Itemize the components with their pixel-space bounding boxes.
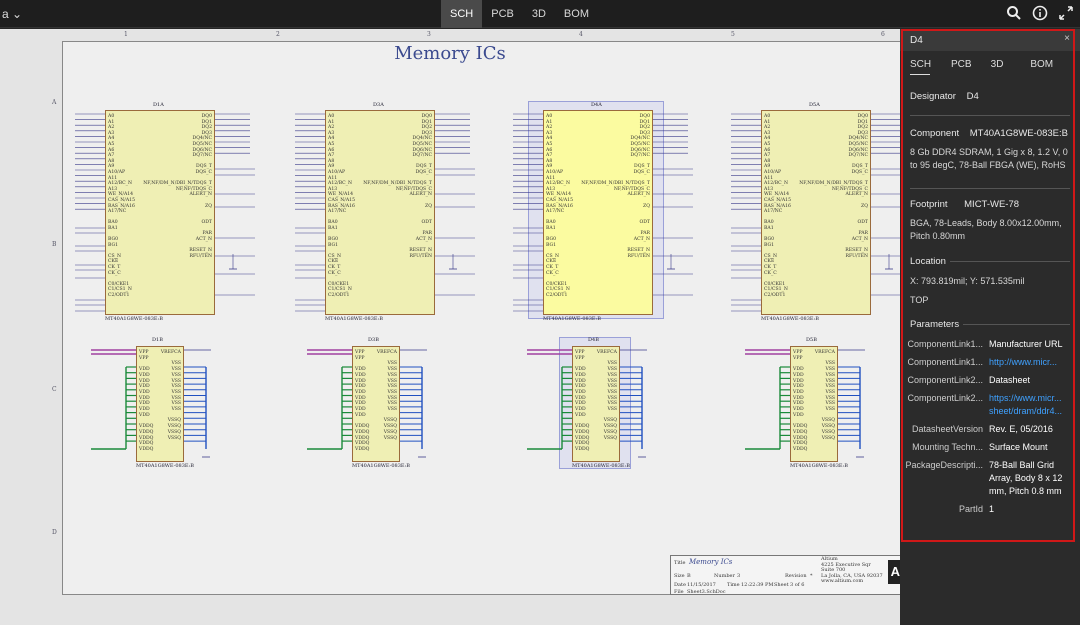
component-section: Component MT40A1G8WE-083E:B 8 Gb DDR4 SD… [900,128,1080,172]
wire-layer [75,113,900,458]
top-bar: a ⌄ SCH PCB 3D BOM [0,0,1080,28]
parameter-value: Manufacturer URL [989,339,1063,349]
tab-sch[interactable]: SCH [441,0,483,28]
parameter-row: PartId 1 [904,503,1076,516]
project-menu[interactable]: a ⌄ [2,7,22,21]
parameter-key: PartId [958,504,983,514]
panel-tabs: SCH PCB 3D BOM [900,51,1080,75]
top-icons [1006,5,1074,21]
parameter-key: ComponentLink1... [907,339,983,349]
parameter-key: PackageDescripti... [905,460,983,470]
footprint-description: BGA, 78-Leads, Body 8.00x12.00mm, Pitch … [910,218,1062,241]
parameter-row: ComponentLink1... http://www.micr... [904,356,1076,369]
title-block: Title Memory ICs Size B Number 3 Revisio… [670,555,900,595]
parameter-value: Surface Mount [989,442,1048,452]
view-tabs: SCH PCB 3D BOM [441,0,598,28]
parameter-row: ComponentLink2... Datasheet [904,374,1076,387]
panel-tab-sch[interactable]: SCH [910,59,931,75]
parameter-value: Datasheet [989,375,1031,385]
altium-logo: A [888,560,900,584]
designator-section: Designator D4 [910,91,979,102]
panel-tab-bom[interactable]: BOM [1030,59,1070,75]
info-icon[interactable] [1032,5,1048,21]
title-block-title: Memory ICs [689,558,733,566]
schematic-canvas[interactable]: 1 2 3 4 5 6 A B C D Memory ICs D1A A0 A1 … [0,29,900,625]
tab-pcb[interactable]: PCB [482,0,523,28]
location-layer: TOP [910,295,929,305]
properties-panel: D4 × SCH PCB 3D BOM Designator D4 Compon… [900,29,1080,625]
close-icon[interactable]: × [1064,33,1070,44]
parameter-link[interactable]: http://www.micr... [989,356,1069,369]
parameter-key: DatasheetVersion [911,424,983,434]
footprint-value: MICT-WE-78 [964,199,1020,210]
parameter-key: ComponentLink1... [907,357,983,367]
parameter-key: Mounting Techn... [912,442,983,452]
parameter-key: ComponentLink2... [907,375,983,385]
parameter-row: PackageDescripti... 78-Ball Ball Grid Arr… [904,459,1076,498]
search-icon[interactable] [1006,5,1022,21]
fullscreen-icon[interactable] [1058,5,1074,21]
panel-header: D4 × [900,29,1080,51]
parameter-row: ComponentLink1... Manufacturer URL [904,338,1076,351]
parameters-section: Parameters [900,319,1080,330]
location-value: X: 793.819mil; Y: 571.535mil [910,276,1025,286]
tab-3d[interactable]: 3D [523,0,555,28]
panel-tab-pcb[interactable]: PCB [951,59,991,75]
parameter-value: 78-Ball Ball Grid Array, Body 8 x 12 mm,… [989,460,1063,496]
location-section: Location X: 793.819mil; Y: 571.535mil TO… [900,256,1080,307]
panel-tab-3d[interactable]: 3D [991,59,1031,75]
tab-bom[interactable]: BOM [555,0,598,28]
parameters-list: ComponentLink1... Manufacturer URL Compone… [900,338,1080,521]
parameter-row: Mounting Techn... Surface Mount [904,441,1076,454]
parameter-key: ComponentLink2... [907,393,983,403]
parameter-row: DatasheetVersion Rev. E, 05/2016 [904,423,1076,436]
parameter-link[interactable]: https://www.micr... sheet/dram/ddr4... [989,392,1069,418]
parameter-value: 1 [989,504,995,514]
panel-title: D4 [910,35,923,46]
parameter-row: ComponentLink2... https://www.micr... she… [904,392,1076,418]
parameter-value: Rev. E, 05/2016 [989,424,1053,434]
component-description: 8 Gb DDR4 SDRAM, 1 Gig x 8, 1.2 V, 0 to … [910,147,1068,170]
component-value: MT40A1G8WE-083E:B [969,128,1068,139]
footprint-section: Footprint MICT-WE-78 BGA, 78-Leads, Body… [900,199,1080,243]
designator-value: D4 [966,91,979,102]
